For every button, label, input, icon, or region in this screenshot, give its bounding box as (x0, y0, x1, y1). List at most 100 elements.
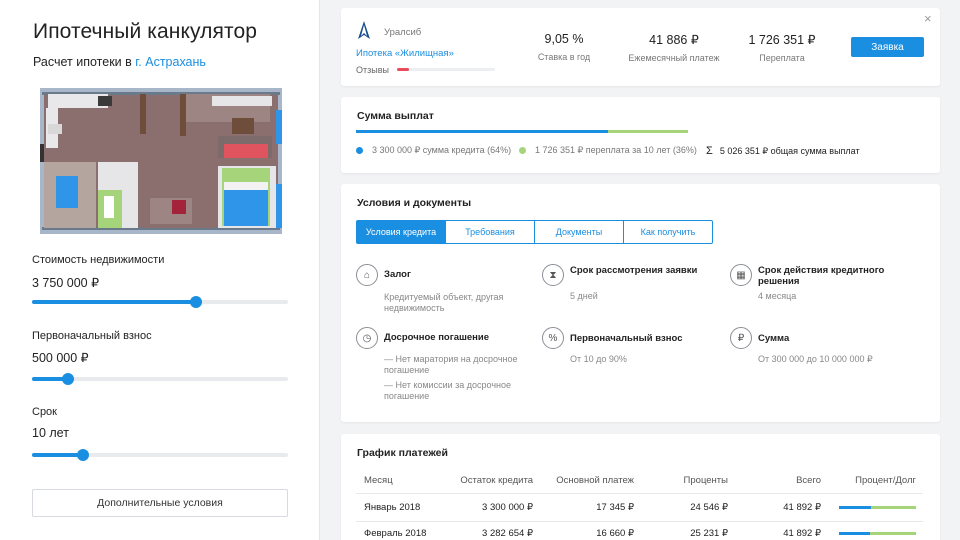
slider-thumb[interactable] (61, 373, 74, 385)
payment-label: Ежемесячный платеж (628, 53, 720, 63)
legend-overpay-text: 1 726 351 ₽ переплата за 10 лет (36%) (535, 145, 697, 155)
down-payment-label: Первоначальный взнос (32, 330, 152, 342)
legend-credit: 3 300 000 ₽ сумма кредита (64%) (356, 145, 511, 156)
reviews-bar-fill (397, 68, 409, 71)
legend-credit-text: 3 300 000 ₽ сумма кредита (64%) (372, 145, 512, 155)
rate-label: Ставка в год (537, 52, 591, 62)
tab-how-to-get[interactable]: Как получить (623, 220, 713, 244)
bank-name: Уралсиб (384, 27, 422, 38)
conditions-card: Условия и документы Условия кредита Треб… (341, 184, 940, 422)
property-cost-value: 3 750 000 ₽ (32, 276, 100, 290)
apply-button[interactable]: Заявка (851, 37, 924, 57)
schedule-title: График платежей (357, 447, 448, 459)
slider-thumb[interactable] (189, 296, 202, 308)
conditions-tabs: Условия кредита Требования Документы Как… (356, 220, 713, 244)
sum-bar (356, 130, 688, 133)
overpay-label: Переплата (759, 53, 805, 63)
percent-icon: % (542, 327, 564, 349)
legend-total-text: 5 026 351 ₽ общая сумма выплат (719, 145, 860, 156)
money-bag-icon: ₽ (730, 327, 752, 349)
tab-credit-conditions[interactable]: Условия кредита (356, 220, 446, 244)
row-interest: 25 231 ₽ (690, 528, 728, 539)
row-month: Февраль 2018 (364, 528, 427, 539)
extra-conditions-button[interactable]: Дополнительные условия (32, 489, 288, 517)
reviews-bar (397, 68, 495, 71)
payment-schedule-card: График платежей Месяц Остаток кредита Ос… (341, 434, 940, 540)
product-link[interactable]: Ипотека «Жилищная» (356, 48, 454, 59)
uralsib-logo-icon (358, 21, 370, 39)
overpay-stat: 1 726 351 ₽ Переплата (737, 32, 827, 63)
down-payment-slider[interactable] (32, 373, 288, 385)
row-total: 41 892 ₽ (783, 528, 821, 539)
property-cost-slider[interactable] (32, 296, 288, 308)
condition-desc: Кредитуемый объект, другая недвижимость (384, 292, 504, 313)
calendar-icon: ▦ (730, 264, 752, 286)
hourglass-icon: ⧗ (542, 264, 564, 286)
term-label: Срок (32, 406, 57, 418)
city-prefix: Расчет ипотеки в (33, 55, 132, 69)
close-icon[interactable]: × (924, 11, 932, 26)
slider-thumb[interactable] (77, 449, 90, 461)
row-principal: 16 660 ₽ (596, 528, 634, 539)
payment-value: 41 886 ₽ (649, 33, 699, 47)
house-icon: ⌂ (356, 264, 378, 286)
condition-title: Залог (384, 269, 411, 280)
row-balance: 3 282 654 ₽ (482, 528, 533, 539)
slider-fill (32, 300, 196, 304)
term-slider[interactable] (32, 449, 288, 461)
tab-documents[interactable]: Документы (534, 220, 624, 244)
payments-sum-card: Сумма выплат 3 300 000 ₽ сумма кредита (… (341, 97, 940, 173)
floor-plan-image (40, 88, 282, 234)
down-payment-value: 500 000 ₽ (32, 351, 89, 365)
sigma-icon: Σ (706, 145, 713, 157)
header-divider (356, 493, 923, 494)
condition-title: Срок действия кредитного решения (758, 265, 885, 287)
condition-title: Сумма (758, 333, 790, 344)
column-total: Всего (796, 475, 821, 486)
sum-bar-credit (356, 130, 609, 133)
term-value: 10 лет (32, 426, 69, 440)
condition-desc: 5 дней (570, 291, 598, 301)
ratio-principal (839, 532, 870, 535)
column-ratio: Процент/Долг (855, 475, 916, 486)
legend-total: Σ 5 026 351 ₽ общая сумма выплат (706, 145, 860, 157)
document-clock-icon: ◷ (356, 327, 378, 349)
row-ratio-bar (839, 532, 916, 535)
reviews-label[interactable]: Отзывы (356, 65, 389, 75)
offer-card: Уралсиб Ипотека «Жилищная» Отзывы 9,05 %… (341, 8, 940, 86)
page-title: Ипотечный канкулятор (33, 20, 257, 43)
row-principal: 17 345 ₽ (596, 502, 634, 513)
condition-title: Первоначальный взнос (570, 333, 683, 344)
city-link[interactable]: г. Астрахань (135, 55, 206, 69)
rate-stat: 9,05 % Ставка в год (521, 32, 607, 62)
column-principal: Основной платеж (556, 475, 634, 486)
calculator-panel: Ипотечный канкулятор Расчет ипотеки в г.… (0, 0, 320, 540)
ratio-principal (839, 506, 871, 509)
column-balance: Остаток кредита (460, 475, 533, 486)
condition-desc: От 300 000 до 10 000 000 ₽ (758, 354, 873, 364)
sum-title: Сумма выплат (357, 110, 434, 122)
row-balance: 3 300 000 ₽ (482, 502, 533, 513)
row-total: 41 892 ₽ (783, 502, 821, 513)
slider-fill (32, 453, 84, 457)
condition-desc: — Нет маратория на досрочное погашение (384, 354, 518, 375)
row-ratio-bar (839, 506, 916, 509)
condition-desc: 4 месяца (758, 291, 797, 301)
tab-requirements[interactable]: Требования (445, 220, 535, 244)
condition-title: Досрочное погашение (384, 332, 490, 343)
column-interest: Проценты (683, 475, 728, 486)
row-month: Январь 2018 (364, 502, 421, 513)
payment-stat: 41 886 ₽ Ежемесячный платеж (617, 32, 731, 63)
row-interest: 24 546 ₽ (690, 502, 728, 513)
rate-value: 9,05 % (544, 32, 584, 46)
conditions-title: Условия и документы (357, 197, 472, 209)
green-dot-icon (519, 147, 526, 154)
legend-overpay: 1 726 351 ₽ переплата за 10 лет (36%) (519, 145, 697, 156)
blue-dot-icon (356, 147, 363, 154)
condition-desc: От 10 до 90% (570, 354, 627, 364)
column-month: Месяц (364, 475, 393, 486)
condition-title: Срок рассмотрения заявки (570, 265, 698, 276)
city-line: Расчет ипотеки в г. Астрахань (33, 55, 206, 69)
condition-desc: — Нет комиссии за досрочное погашение (384, 380, 512, 401)
overpay-value: 1 726 351 ₽ (748, 33, 816, 47)
